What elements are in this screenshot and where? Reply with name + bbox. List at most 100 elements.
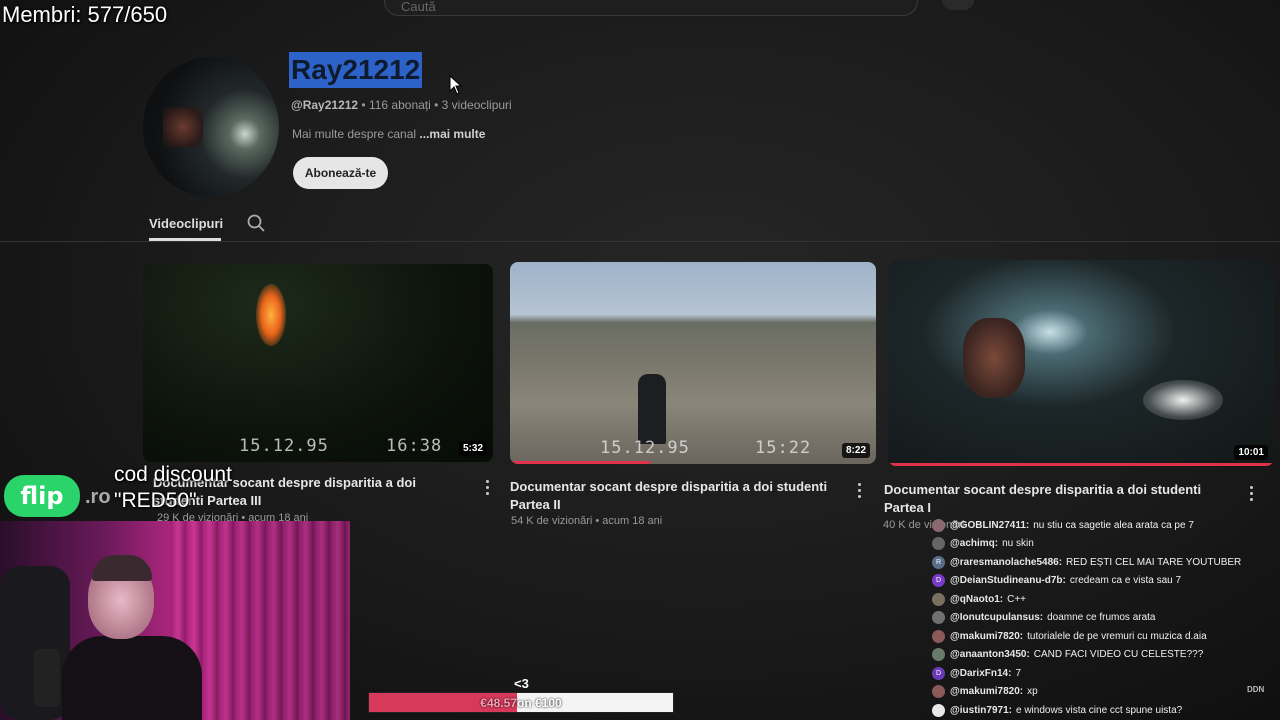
chat-avatar: [932, 518, 945, 532]
goal-target-amount: on €100: [517, 695, 562, 710]
thumbnail-light: [1143, 380, 1223, 420]
chat-avatar: [932, 611, 945, 624]
chat-avatar: [932, 629, 945, 643]
chat-message: R @raresmanolache5486: RED EȘTI CEL MAI TA…: [932, 554, 1241, 570]
chat-text: nu stiu ca sagetie alea arata ca pe 7: [1033, 519, 1194, 531]
thumbnail-figure: [638, 374, 666, 444]
chat-username: @anaanton3450:: [950, 649, 1030, 660]
channel-handle: @Ray21212: [291, 98, 359, 112]
chat-username: @DeianStudineanu-d7b:: [950, 575, 1066, 586]
channel-stats: • 116 abonați • 3 videoclipuri: [358, 98, 512, 112]
channel-meta: @Ray21212 • 116 abonați • 3 videoclipuri: [291, 98, 512, 112]
webcam-person-body: [62, 636, 202, 720]
sponsor-domain: .ro: [85, 486, 111, 508]
chat-message: @anaanton3450: CAND FACI VIDEO CU CELESTE…: [932, 647, 1203, 663]
chat-message: @GOBLIN27411: nu stiu ca sagetie alea ara…: [932, 517, 1194, 533]
chat-text: doamne ce frumos arata: [1047, 612, 1156, 623]
channel-name: Ray21212: [289, 52, 423, 88]
goal-heart-label: <3: [514, 676, 529, 691]
subscribe-button[interactable]: Abonează-te: [293, 157, 388, 189]
about-more-link[interactable]: ...mai multe: [416, 127, 485, 141]
thumbnail-time-stamp: 16:38: [386, 436, 443, 456]
chat-avatar: D: [932, 666, 945, 680]
tab-videos[interactable]: Videoclipuri: [149, 216, 223, 231]
chat-message: @Ionutcupulansus: doamne ce frumos arata: [932, 610, 1155, 626]
chat-avatar: [932, 685, 945, 698]
video-title-2[interactable]: Documentar socant despre disparitia a do…: [510, 478, 840, 514]
chat-avatar: [932, 537, 945, 550]
video-title-line: Partea I: [884, 500, 931, 515]
channel-about-link[interactable]: Mai multe despre canal ...mai multe: [292, 127, 485, 141]
chat-username: @makumi7820:: [950, 630, 1024, 642]
chat-username: @raresmanolache5486:: [950, 556, 1063, 568]
video-thumbnail-3[interactable]: 10:01: [888, 260, 1274, 466]
thumbnail-flame: [256, 284, 286, 346]
chat-message: @qNaoto1: C++: [932, 591, 1026, 607]
webcam-cap: [92, 555, 152, 581]
chat-avatar: R: [932, 555, 945, 569]
chat-text: nu skin: [1002, 538, 1034, 549]
chat-message: D @DeianStudineanu-d7b: credeam ca e vista…: [932, 573, 1181, 589]
video-meta-2: 54 K de vizionări • acum 18 ani: [511, 515, 663, 527]
chat-text: C++: [1007, 593, 1026, 605]
video-duration: 10:01: [1234, 445, 1268, 460]
video-duration: 5:32: [458, 441, 487, 456]
video-title-line: Documentar socant despre disparitia a do…: [510, 479, 828, 494]
promo-text: cod discount: [114, 463, 232, 486]
donation-goal-bar: €48.57 on €100: [368, 692, 674, 713]
goal-raised-amount: €48.57: [480, 695, 517, 710]
chat-message: @achimq: nu skin: [932, 536, 1034, 552]
chat-text: tutorialele de pe vremuri cu muzica d.ai…: [1027, 630, 1207, 642]
channel-watermark: DDN: [1247, 685, 1265, 694]
chat-text: RED EȘTI CEL MAI TARE YOUTUBER: [1066, 556, 1242, 568]
mouse-cursor-icon: [449, 75, 463, 95]
video-title-line: Partea II: [510, 497, 561, 512]
video-menu-2-icon[interactable]: [858, 483, 862, 499]
watch-progress-bar: [510, 461, 650, 464]
donation-goal-text: €48.57 on €100: [369, 693, 673, 712]
chat-message: @makumi7820: tutorialele de pe vremuri cu…: [932, 628, 1207, 644]
chat-avatar: [932, 703, 945, 717]
tabs-divider: [0, 241, 1280, 242]
chat-text: credeam ca e vista sau 7: [1069, 575, 1182, 586]
chat-username: @qNaoto1:: [950, 593, 1004, 605]
chat-username: @makumi7820:: [950, 686, 1024, 697]
video-thumbnail-1[interactable]: 15.12.95 16:38 5:32: [143, 264, 493, 462]
channel-search-icon[interactable]: [246, 213, 266, 233]
streamer-webcam: [0, 521, 350, 720]
chat-username: @DarixFn14:: [950, 667, 1012, 679]
chat-text: CAND FACI VIDEO CU CELESTE???: [1033, 649, 1204, 660]
chat-message: @iustin7971: e windows vista cine cct spu…: [932, 702, 1182, 718]
thumbnail-date-stamp: 15.12.95: [600, 438, 690, 458]
chat-username: @Ionutcupulansus:: [950, 612, 1044, 623]
channel-avatar[interactable]: [143, 57, 279, 197]
sponsor-flip-logo: flip: [4, 475, 80, 517]
chat-message: @makumi7820: xp: [932, 684, 1038, 700]
chat-text: e windows vista cine cct spune uista?: [1016, 704, 1183, 716]
thumbnail-date-stamp: 15.12.95: [239, 436, 329, 456]
thumbnail-time-stamp: 15:22: [755, 438, 812, 458]
chat-username: @GOBLIN27411:: [950, 519, 1030, 531]
about-label: Mai multe despre canal: [292, 127, 417, 141]
video-thumbnail-2[interactable]: 15.12.95 15:22 8:22: [510, 262, 876, 464]
voice-search-button[interactable]: [942, 0, 974, 10]
video-title-line: Documentar socant despre disparitia a do…: [884, 482, 1202, 497]
chat-text: 7: [1015, 667, 1021, 679]
watch-progress-bar: [888, 463, 1274, 466]
chat-text: xp: [1027, 686, 1038, 697]
video-title-3[interactable]: Documentar socant despre disparitia a do…: [884, 481, 1224, 517]
chat-avatar: [932, 592, 945, 606]
chat-message: D @DarixFn14: 7: [932, 665, 1021, 681]
webcam-microphone: [34, 649, 60, 707]
video-title-line: studenti Partea III: [153, 493, 262, 508]
thumbnail-person: [963, 318, 1025, 398]
chat-avatar: [932, 648, 945, 661]
chat-username: @achimq:: [950, 538, 999, 549]
search-input[interactable]: Caută: [384, 0, 918, 16]
chat-username: @iustin7971:: [950, 704, 1012, 716]
chat-avatar: D: [932, 574, 945, 587]
video-menu-3-icon[interactable]: [1250, 486, 1254, 502]
promo-code: "RED50": [114, 489, 197, 512]
members-counter: Membri: 577/650: [2, 2, 168, 27]
video-menu-1-icon[interactable]: [486, 480, 490, 496]
